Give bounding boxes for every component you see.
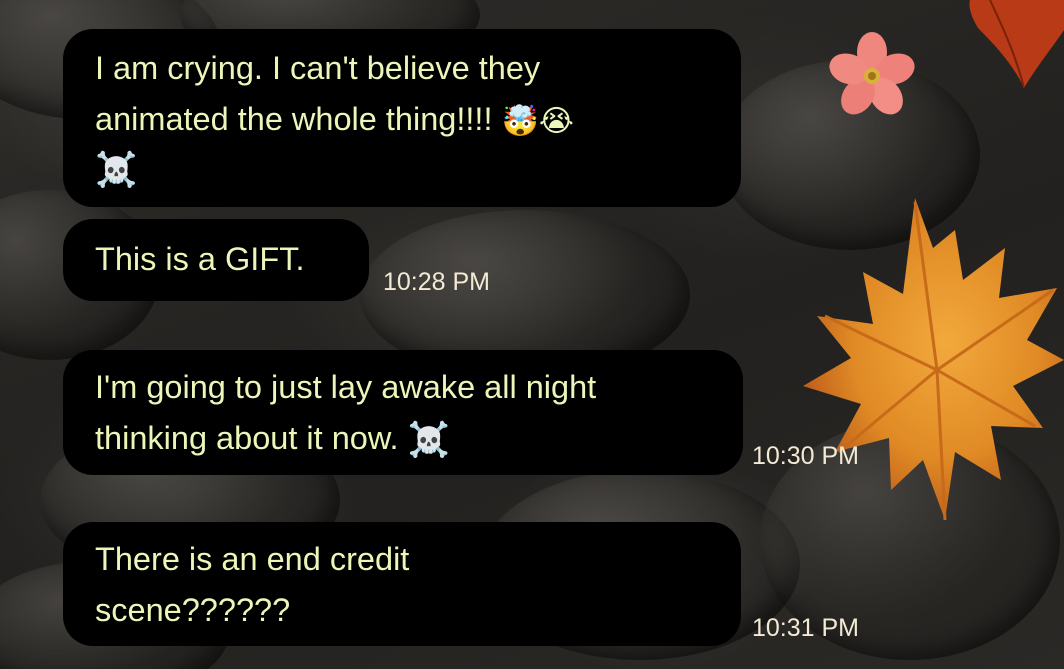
shocked-crying-emoji-icon: 🤯😭 xyxy=(501,103,574,139)
flower-icon xyxy=(829,32,915,115)
message-bubble[interactable]: This is a GIFT. xyxy=(63,219,369,301)
skull-crossbones-emoji-icon: ☠️ xyxy=(407,419,450,460)
message-text: I am crying. I can't believe they animat… xyxy=(95,43,709,147)
message-text: This is a GIFT. xyxy=(95,241,305,277)
message-text-body: I'm going to just lay awake all night th… xyxy=(95,369,597,456)
message-bubble[interactable]: I am crying. I can't believe they animat… xyxy=(63,29,741,207)
message-text: I'm going to just lay awake all night th… xyxy=(95,362,711,466)
message-text-body: I am crying. I can't believe they animat… xyxy=(95,50,541,137)
skull-crossbones-emoji-icon: ☠️ xyxy=(95,149,138,190)
message-timestamp: 10:31 PM xyxy=(752,614,860,642)
message-bubble[interactable]: There is an end credit scene?????? xyxy=(63,522,741,646)
message-text: There is an end credit scene?????? xyxy=(95,541,410,628)
maple-leaf-icon xyxy=(803,198,1064,521)
red-leaf-icon xyxy=(969,0,1064,89)
message-bubble[interactable]: I'm going to just lay awake all night th… xyxy=(63,350,743,475)
message-timestamp: 10:28 PM xyxy=(383,268,491,296)
message-timestamp: 10:30 PM xyxy=(752,442,860,470)
